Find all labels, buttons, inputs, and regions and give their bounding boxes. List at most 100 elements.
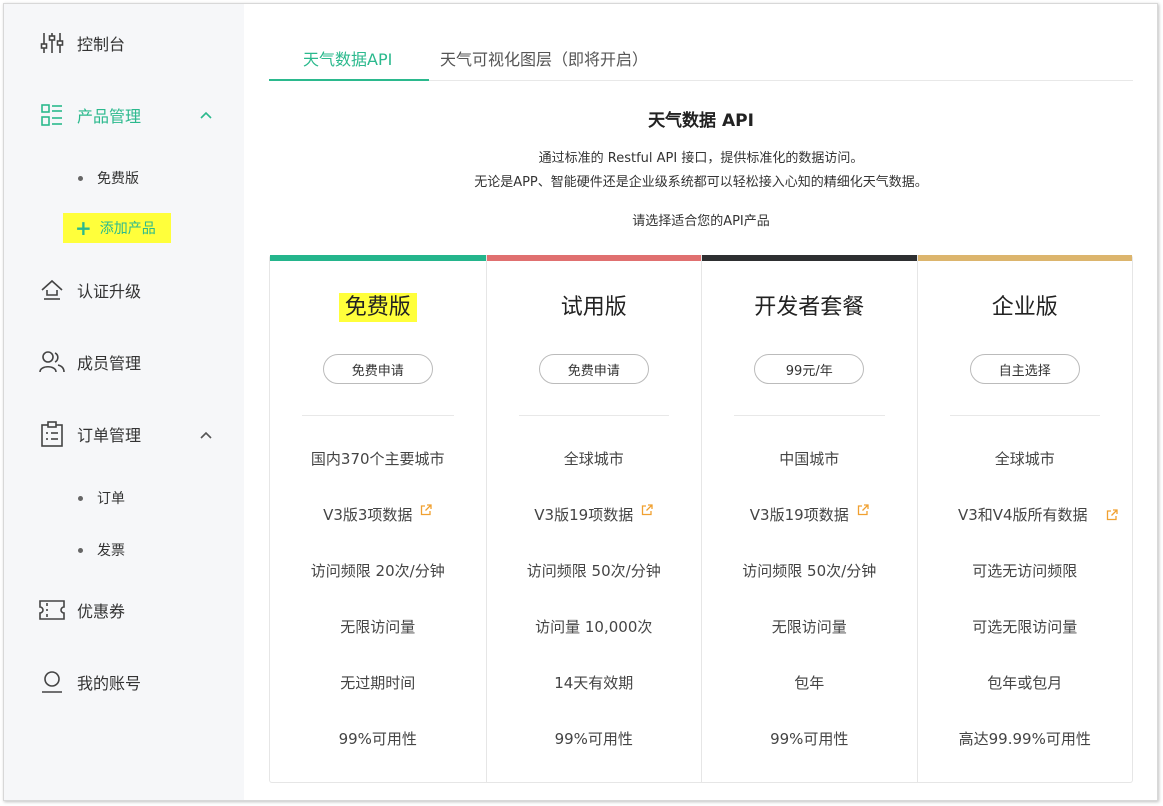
sidebar-item-members[interactable]: 成员管理 [39, 346, 141, 378]
members-icon [39, 349, 65, 375]
chevron-up-icon[interactable] [199, 428, 213, 442]
plan-feature: 高达99.99%可用性 [938, 728, 1113, 750]
sidebar-item-account[interactable]: 我的账号 [39, 666, 141, 698]
plan-apply-button[interactable]: 自主选择 [969, 354, 1080, 384]
plan-feature-text: 99%可用性 [338, 730, 417, 748]
plan-feature: 访问频限 50次/分钟 [507, 560, 682, 582]
tab-bar: 天气数据API 天气可视化图层（即将开启） [269, 34, 1133, 81]
plan-feature: 99%可用性 [290, 728, 466, 750]
plan-feature: 无过期时间 [290, 672, 466, 694]
plan-feature: 包年 [722, 672, 897, 694]
plan-name-text: 免费版 [338, 293, 417, 322]
sidebar-item-label: 成员管理 [77, 354, 142, 373]
plan-feature-text: 中国城市 [779, 450, 840, 468]
plan-name: 试用版 [487, 289, 702, 321]
external-link-icon[interactable] [641, 504, 653, 516]
sidebar-item-coupons[interactable]: 优惠券 [39, 594, 125, 626]
divider [302, 415, 454, 416]
sidebar-item-label: 优惠券 [77, 602, 126, 621]
sidebar-item-label: 订单管理 [77, 426, 142, 445]
plan-name: 企业版 [918, 289, 1133, 321]
plan-feature: 99%可用性 [722, 728, 897, 750]
tab-weather-layer[interactable]: 天气可视化图层（即将开启） [440, 46, 648, 70]
plan-feature-text: 99%可用性 [770, 730, 849, 748]
plan-feature: 访问量 10,000次 [507, 616, 682, 638]
plan-card: 企业版 自主选择 全球城市 V3和V4版所有数据 可选无访问频限 可选无限访问量 包年或… [916, 255, 1133, 782]
plan-feature-text: V3版3项数据 [323, 506, 413, 524]
description-line-1: 通过标准的 Restful API 接口，提供标准化的数据访问。 [538, 151, 864, 166]
plans-table: 免费版 免费申请 国内370个主要城市 V3版3项数据 访问频限 20次/分钟 无限访… [269, 255, 1133, 783]
plan-card: 试用版 免费申请 全球城市 V3版19项数据访问频限 50次/分钟 访问量 10,0… [485, 255, 702, 782]
external-link-icon[interactable] [1106, 509, 1118, 521]
plan-feature: 99%可用性 [507, 728, 682, 750]
sidebar-item-products[interactable]: 产品管理 [39, 99, 141, 131]
plan-feature: 访问频限 50次/分钟 [722, 560, 897, 582]
divider [734, 415, 885, 416]
app-window: 控制台 产品管理 免费版 + 添加产品 认证升级 成员管理 订单管理 订单 发票… [3, 3, 1158, 801]
plan-apply-button[interactable]: 99元/年 [754, 354, 865, 384]
divider [949, 415, 1100, 416]
sidebar-item-label: 我的账号 [77, 674, 142, 693]
divider [518, 415, 669, 416]
chevron-up-icon[interactable] [199, 108, 213, 122]
upgrade-icon [39, 277, 65, 303]
add-product-label: 添加产品 [99, 221, 156, 237]
plan-feature-text: V3版19项数据 [534, 506, 634, 524]
coupon-icon [39, 597, 65, 623]
external-link-icon[interactable] [857, 504, 869, 516]
plan-feature: 无限访问量 [722, 616, 897, 638]
plan-feature-text: 可选无访问频限 [972, 562, 1078, 580]
plan-card: 开发者套餐 99元/年 中国城市 V3版19项数据访问频限 50次/分钟 无限访问量… [701, 255, 917, 782]
bullet-icon [78, 547, 83, 553]
plan-color-bar [702, 255, 917, 261]
plan-apply-button[interactable]: 免费申请 [322, 354, 433, 384]
plan-feature: V3版3项数据 [290, 504, 466, 526]
plan-feature: V3版19项数据 [722, 504, 897, 526]
plus-icon: + [75, 216, 92, 240]
plan-feature: 国内370个主要城市 [290, 448, 466, 470]
sidebar: 控制台 产品管理 免费版 + 添加产品 认证升级 成员管理 订单管理 订单 发票… [4, 4, 244, 800]
sidebar-subitem-order[interactable]: 订单 [78, 488, 125, 508]
plan-feature: 无限访问量 [290, 616, 466, 638]
sidebar-item-orders[interactable]: 订单管理 [39, 418, 141, 450]
plan-feature-text: 可选无限访问量 [972, 618, 1078, 636]
plan-color-bar [917, 255, 1132, 261]
plan-feature: V3版19项数据 [507, 504, 682, 526]
plan-name-text: 开发者套餐 [754, 295, 865, 320]
select-prompt: 请选择适合您的API产品 [632, 214, 770, 229]
page-title: 天气数据 API [648, 111, 754, 131]
plan-card: 免费版 免费申请 国内370个主要城市 V3版3项数据访问频限 20次/分钟 无限访… [270, 255, 486, 782]
plan-feature: 可选无访问频限 [938, 560, 1113, 582]
plan-feature: 全球城市 [507, 448, 682, 470]
active-tab-indicator [269, 79, 429, 81]
plan-feature-text: 无限访问量 [340, 618, 416, 636]
clipboard-icon [39, 421, 65, 447]
plan-apply-button[interactable]: 免费申请 [538, 354, 649, 384]
plan-feature-text: 无过期时间 [340, 674, 416, 692]
sidebar-subitem-label: 免费版 [97, 171, 139, 187]
plan-name-text: 试用版 [560, 295, 627, 320]
add-product-button[interactable]: + 添加产品 [63, 213, 171, 243]
sidebar-item-label: 认证升级 [77, 282, 142, 301]
plan-feature-text: 全球城市 [563, 450, 624, 468]
plan-feature-text: 访问频限 20次/分钟 [310, 562, 445, 580]
plan-name-text: 企业版 [991, 295, 1058, 320]
sidebar-item-console[interactable]: 控制台 [39, 27, 125, 59]
sidebar-subitem-free[interactable]: 免费版 [78, 168, 139, 188]
plan-name: 开发者套餐 [702, 289, 917, 321]
plan-feature: 14天有效期 [507, 672, 682, 694]
tab-weather-api[interactable]: 天气数据API [303, 46, 392, 70]
plan-feature-text: V3版19项数据 [749, 506, 849, 524]
plan-feature-text: 包年 [794, 674, 825, 692]
bullet-icon [78, 495, 83, 501]
plan-feature-text: 国内370个主要城市 [310, 450, 445, 468]
plan-feature: 中国城市 [722, 448, 897, 470]
external-link-icon[interactable] [420, 504, 433, 516]
sidebar-item-upgrade[interactable]: 认证升级 [39, 274, 141, 306]
sliders-icon [39, 30, 65, 56]
product-list-icon [39, 102, 65, 128]
sidebar-subitem-invoice[interactable]: 发票 [78, 540, 125, 560]
plan-feature: 可选无限访问量 [938, 616, 1113, 638]
plan-name: 免费版 [270, 289, 486, 322]
account-icon [39, 669, 65, 695]
